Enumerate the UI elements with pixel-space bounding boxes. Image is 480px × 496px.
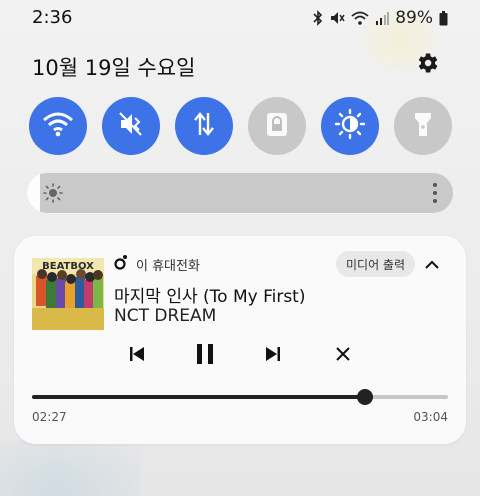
gear-icon: [414, 50, 440, 80]
media-source: 이 휴대전화: [114, 254, 200, 274]
brightness-slider[interactable]: [27, 173, 453, 213]
status-time: 2:36: [32, 7, 73, 28]
more-options-icon[interactable]: [431, 183, 439, 203]
media-output-button[interactable]: 미디어 출력: [336, 251, 416, 277]
toggle-lock[interactable]: [248, 97, 306, 155]
quick-toggles: [29, 97, 452, 155]
song-title: 마지막 인사 (To My First): [114, 287, 306, 307]
seek-bar[interactable]: [32, 389, 448, 405]
seek-played: [32, 395, 365, 399]
album-art-text: BEATBOX: [42, 261, 94, 272]
toggle-mobile-data[interactable]: [175, 97, 233, 155]
pause-icon: [196, 343, 214, 369]
status-icons: 89%: [313, 8, 448, 28]
toggle-auto-brightness[interactable]: [321, 97, 379, 155]
brightness-fill: [27, 173, 40, 213]
toggle-flashlight[interactable]: [394, 97, 452, 155]
music-app-icon: [114, 254, 128, 274]
seek-thumb[interactable]: [356, 389, 373, 405]
media-player-card: BEATBOX 이 휴대전화 미디어 출력 마지막 인사 (To My Firs…: [14, 236, 466, 444]
total-time: 03:04: [413, 410, 448, 424]
previous-button[interactable]: [122, 341, 152, 371]
lock-icon: [264, 110, 290, 142]
sun-icon: [334, 108, 366, 144]
song-artist: NCT DREAM: [114, 306, 217, 326]
bluetooth-icon: [313, 10, 323, 26]
battery-icon: [439, 10, 448, 26]
pause-button[interactable]: [190, 341, 220, 371]
date-label: 10월 19일 수요일: [32, 56, 196, 80]
chevron-up-icon: [424, 255, 440, 274]
collapse-button[interactable]: [420, 252, 444, 276]
signal-icon: [375, 11, 390, 25]
toggle-sound[interactable]: [102, 97, 160, 155]
skip-next-icon: [265, 346, 281, 366]
settings-button[interactable]: [412, 50, 442, 80]
next-button[interactable]: [258, 341, 288, 371]
data-transfer-icon: [190, 110, 218, 142]
media-app-name: 이 휴대전화: [136, 258, 200, 274]
close-icon: [335, 346, 351, 366]
elapsed-time: 02:27: [32, 410, 67, 424]
album-art: BEATBOX: [32, 258, 104, 330]
mute-icon: [329, 10, 345, 26]
mute-icon: [117, 110, 145, 142]
skip-previous-icon: [129, 346, 145, 366]
status-bar: 2:36 89%: [0, 0, 480, 34]
wifi-icon: [42, 111, 74, 141]
toggle-wifi[interactable]: [29, 97, 87, 155]
close-button[interactable]: [328, 341, 358, 371]
battery-percentage: 89%: [395, 8, 433, 28]
brightness-icon: [43, 183, 63, 203]
wifi-icon: [351, 11, 369, 25]
flashlight-icon: [411, 109, 435, 143]
